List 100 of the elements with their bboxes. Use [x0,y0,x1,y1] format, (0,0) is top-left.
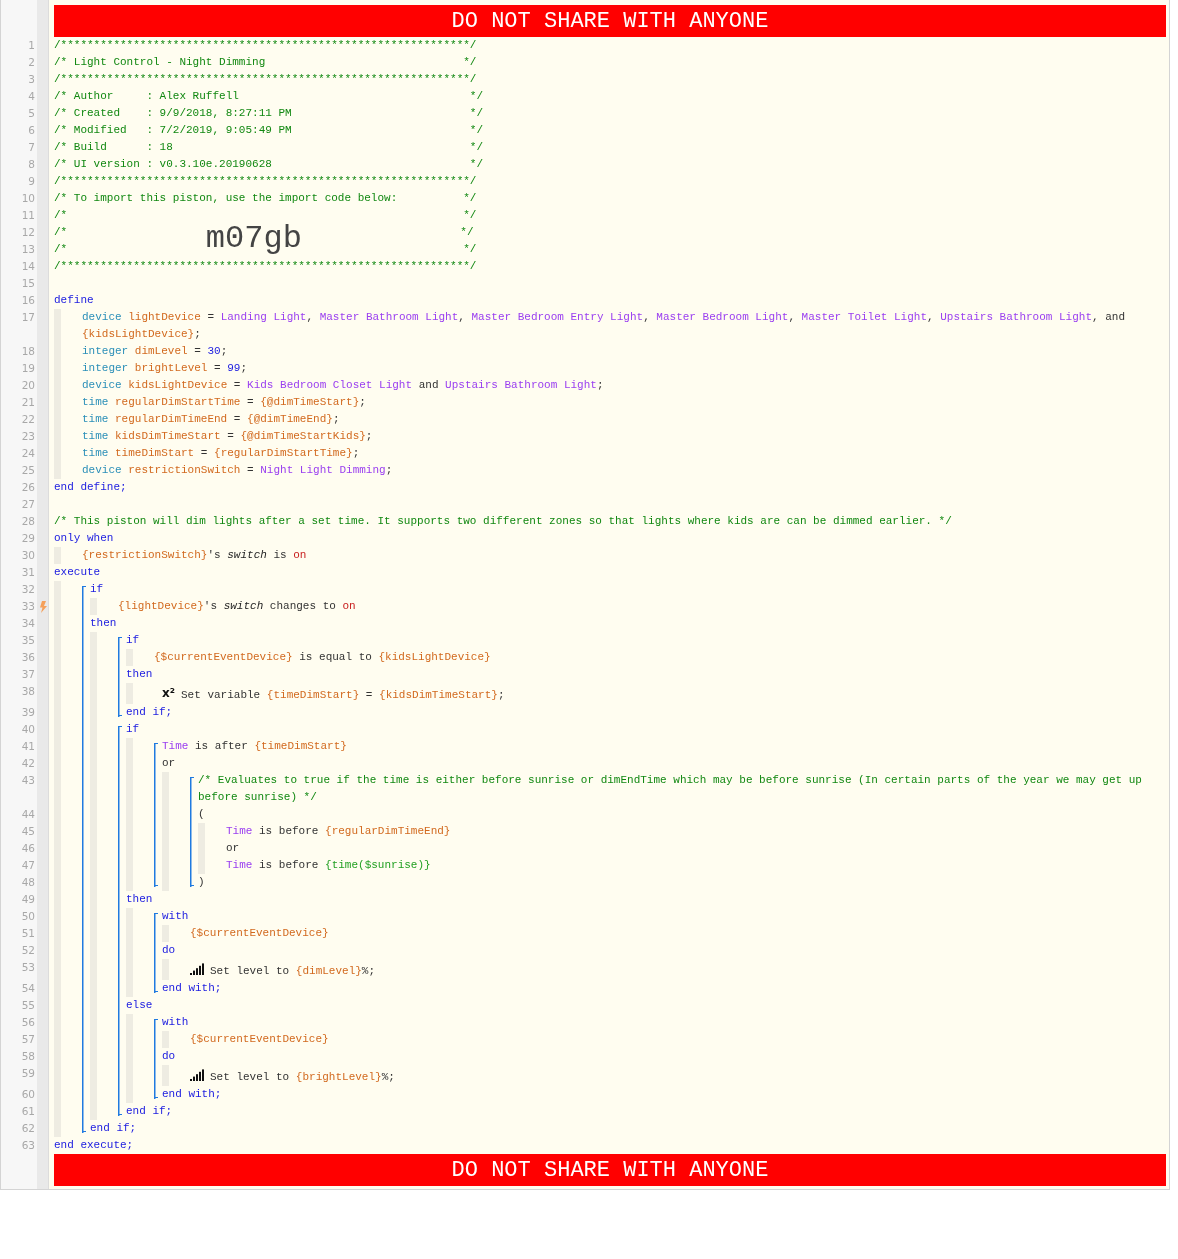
line-number: 58 [21,1049,36,1064]
lightning-icon [39,601,47,613]
code-line: ( [198,807,205,822]
line-number: 32 [21,582,36,597]
code-line: do [162,943,176,958]
code-line: /* */ [54,208,477,223]
code-line: device lightDevice = Landing Light, Master Bathroom Light, Master Bedroom Entry Light, Master Bedroom Light, Master Toilet Light, Upstairs Bathroom Light, and {kidsLightDevice}; [82,310,1127,342]
line-number: 13 [21,242,36,257]
code-line: end if; [126,705,173,720]
code-line: if [90,582,104,597]
line-number: 7 [28,140,36,155]
code-line: Time is after {timeDimStart} [162,739,347,754]
line-number: 10 [21,191,36,206]
code-line: time kidsDimTimeStart = {@dimTimeStartKids}; [82,429,373,444]
line-number: 44 [21,807,36,822]
code-line: or [162,756,176,771]
line-number: 57 [21,1032,36,1047]
code-line: only when [54,531,114,546]
signal-bars-icon [190,1069,204,1081]
code-line: /**************************************************************/ [54,174,477,189]
line-number: 35 [21,633,36,648]
code-line: time timeDimStart = {regularDimStartTime}; [82,446,360,461]
code-line: /* This piston will dim lights after a set time. It supports two different zones so that lights where kids are can be dimmed earlier. */ [54,514,952,529]
line-number: 56 [21,1015,36,1030]
code-line: device restrictionSwitch = Night Light Dimming; [82,463,393,478]
line-number: 21 [21,395,36,410]
code-line: execute [54,565,101,580]
code-line: define [54,293,94,308]
line-number: 31 [21,565,36,580]
line-number: 62 [21,1121,36,1136]
line-number: 41 [21,739,36,754]
code-line: then [126,892,153,907]
line-number: 14 [21,259,36,274]
line-number: 23 [21,429,36,444]
code-line: with [162,909,189,924]
line-number: 46 [21,841,36,856]
line-number: 55 [21,998,36,1013]
line-number: 26 [21,480,36,495]
code-line: {lightDevice}'s switch changes to on [118,599,356,614]
line-number: 24 [21,446,36,461]
code-line: do [162,1049,176,1064]
line-number: 16 [21,293,36,308]
code-line: /* Light Control - Night Dimming */ [54,55,477,70]
line-number: 63 [21,1138,36,1153]
code-line: device kidsLightDevice = Kids Bedroom Closet Light and Upstairs Bathroom Light; [82,378,604,393]
line-number: 5 [28,106,36,121]
code-line: then [126,667,153,682]
line-number: 3 [28,72,36,87]
code-line: {$currentEventDevice} [190,1032,329,1047]
line-number: 48 [21,875,36,890]
line-number: 1 [28,38,36,53]
line-number: 20 [21,378,36,393]
code-line: {$currentEventDevice} [190,926,329,941]
line-number: 33 [21,599,36,614]
code-line: or [226,841,240,856]
line-number: 15 [21,276,36,291]
warning-banner: DO NOT SHARE WITH ANYONE [54,5,1166,37]
code-line: integer brightLevel = 99; [82,361,248,376]
variable-icon: x² [162,685,175,702]
code-line: Set level to {dimLevel}%; [210,964,376,979]
line-number: 49 [21,892,36,907]
code-line: /**************************************************************/ [54,259,477,274]
line-number: 42 [21,756,36,771]
line-number: 36 [21,650,36,665]
line-number: 43 [21,773,36,788]
code-line: Time is before {time($sunrise)} [226,858,431,873]
code-line: time regularDimTimeEnd = {@dimTimeEnd}; [82,412,340,427]
code-line: Time is before {regularDimTimeEnd} [226,824,451,839]
line-number: 45 [21,824,36,839]
code-line: with [162,1015,189,1030]
code-line: if [126,633,140,648]
code-line: if [126,722,140,737]
line-number: 29 [21,531,36,546]
code-line: /**************************************************************/ [54,38,477,53]
line-number: 8 [28,157,36,172]
line-number: 39 [21,705,36,720]
line-number: 40 [21,722,36,737]
code-line: else [126,998,153,1013]
line-number: 37 [21,667,36,682]
line-number: 28 [21,514,36,529]
code-line: /* Evaluates to true if the time is either before sunrise or dimEndTime which may be before sunrise (In certain parts of the year we may get up before sunrise) */ [198,773,1143,805]
code-line: /* Created : 9/9/2018, 8:27:11 PM */ [54,106,484,121]
line-number: 6 [28,123,36,138]
code-line: end with; [162,1087,222,1102]
code-line: */ [459,225,474,240]
code-line: ) [198,875,205,890]
code-line: time regularDimStartTime = {@dimTimeStart}; [82,395,366,410]
code-line: /**************************************************************/ [54,72,477,87]
signal-bars-icon [190,963,204,975]
line-number: 12 [21,225,36,240]
line-number: 47 [21,858,36,873]
code-line: {$currentEventDevice} is equal to {kidsLightDevice} [154,650,491,665]
line-number: 51 [21,926,36,941]
code-line: end with; [162,981,222,996]
line-number: 53 [21,960,36,975]
code-line: integer dimLevel = 30; [82,344,228,359]
line-number: 2 [28,55,36,70]
line-number: 19 [21,361,36,376]
line-number: 9 [28,174,36,189]
code-line: end define; [54,480,127,495]
